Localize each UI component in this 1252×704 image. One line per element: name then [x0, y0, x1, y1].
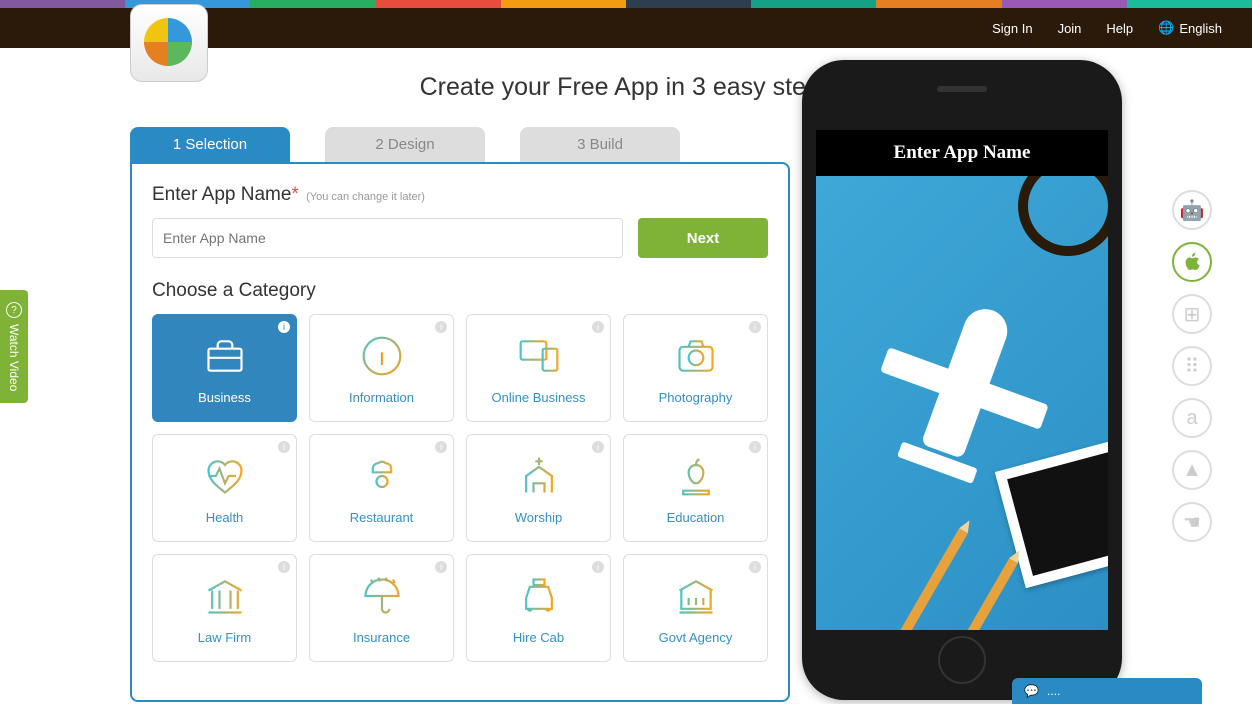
platform-apple-icon[interactable] — [1172, 242, 1212, 282]
category-label: Business — [198, 390, 251, 405]
step-tabs: 1 Selection 2 Design 3 Build — [130, 127, 790, 162]
tab-step-1[interactable]: 1 Selection — [130, 127, 290, 162]
category-restaurant[interactable]: i Restaurant — [309, 434, 454, 542]
devices-icon — [515, 332, 563, 380]
category-label: Law Firm — [198, 630, 251, 645]
govt-icon — [672, 572, 720, 620]
phone-preview: Enter App Name — [802, 60, 1122, 700]
apple-book-icon — [672, 452, 720, 500]
platform-warning-icon[interactable]: ▲ — [1172, 450, 1212, 490]
category-label: Insurance — [353, 630, 410, 645]
platform-amazon-icon[interactable]: a — [1172, 398, 1212, 438]
church-icon — [515, 452, 563, 500]
brand-logo[interactable] — [130, 4, 208, 82]
category-title: Choose a Category — [152, 280, 768, 302]
info-icon[interactable]: i — [435, 441, 447, 453]
platform-blackberry-icon[interactable]: ⠿ — [1172, 346, 1212, 386]
heartbeat-icon — [201, 452, 249, 500]
umbrella-icon — [358, 572, 406, 620]
help-link[interactable]: Help — [1106, 21, 1133, 36]
join-link[interactable]: Join — [1058, 21, 1082, 36]
info-icon — [358, 332, 406, 380]
category-label: Govt Agency — [659, 630, 733, 645]
info-icon[interactable]: i — [435, 561, 447, 573]
category-education[interactable]: i Education — [623, 434, 768, 542]
category-photography[interactable]: i Photography — [623, 314, 768, 422]
category-label: Hire Cab — [513, 630, 564, 645]
chef-icon — [358, 452, 406, 500]
category-label: Education — [667, 510, 725, 525]
app-name-label: Enter App Name* (You can change it later… — [152, 184, 768, 206]
category-label: Photography — [659, 390, 733, 405]
info-icon[interactable]: i — [592, 441, 604, 453]
info-icon[interactable]: i — [592, 561, 604, 573]
chat-widget[interactable]: 💬 .... — [1012, 678, 1202, 704]
category-label: Online Business — [492, 390, 586, 405]
pie-chart-icon — [144, 18, 192, 66]
platform-windows-icon[interactable]: ⊞ — [1172, 294, 1212, 334]
platform-pointer-icon[interactable]: ☚ — [1172, 502, 1212, 542]
language-label: English — [1179, 21, 1222, 36]
app-name-input[interactable] — [152, 218, 623, 258]
preview-image — [816, 176, 1108, 630]
language-selector[interactable]: 🌐 English — [1158, 20, 1222, 36]
category-health[interactable]: i Health — [152, 434, 297, 542]
info-icon[interactable]: i — [278, 561, 290, 573]
next-button[interactable]: Next — [638, 218, 768, 258]
category-online-business[interactable]: i Online Business — [466, 314, 611, 422]
category-label: Worship — [515, 510, 562, 525]
chat-icon: 💬 — [1024, 684, 1039, 698]
platform-android-icon[interactable]: 🤖 — [1172, 190, 1212, 230]
category-label: Health — [206, 510, 244, 525]
category-grid: i Business i Information i Online Business i Ph… — [152, 314, 768, 662]
category-hire-cab[interactable]: i Hire Cab — [466, 554, 611, 662]
info-icon[interactable]: i — [749, 561, 761, 573]
tab-step-3[interactable]: 3 Build — [520, 127, 680, 162]
signin-link[interactable]: Sign In — [992, 21, 1032, 36]
category-law-firm[interactable]: i Law Firm — [152, 554, 297, 662]
platform-selector: 🤖 ⊞ ⠿ a ▲ ☚ — [1172, 190, 1212, 542]
court-icon — [201, 572, 249, 620]
preview-app-title: Enter App Name — [816, 130, 1108, 176]
category-insurance[interactable]: i Insurance — [309, 554, 454, 662]
taxi-icon — [515, 572, 563, 620]
category-label: Restaurant — [350, 510, 414, 525]
tab-step-2[interactable]: 2 Design — [325, 127, 485, 162]
briefcase-icon — [201, 332, 249, 380]
selection-panel: Enter App Name* (You can change it later… — [130, 162, 790, 702]
watch-video-tab[interactable]: Watch Video — [0, 290, 28, 403]
category-worship[interactable]: i Worship — [466, 434, 611, 542]
info-icon[interactable]: i — [592, 321, 604, 333]
globe-icon: 🌐 — [1158, 20, 1174, 36]
category-label: Information — [349, 390, 414, 405]
info-icon[interactable]: i — [278, 441, 290, 453]
info-icon[interactable]: i — [749, 441, 761, 453]
category-information[interactable]: i Information — [309, 314, 454, 422]
camera-icon — [672, 332, 720, 380]
info-icon[interactable]: i — [749, 321, 761, 333]
info-icon[interactable]: i — [278, 321, 290, 333]
info-icon[interactable]: i — [435, 321, 447, 333]
category-business[interactable]: i Business — [152, 314, 297, 422]
category-govt-agency[interactable]: i Govt Agency — [623, 554, 768, 662]
chat-text: .... — [1047, 684, 1060, 698]
